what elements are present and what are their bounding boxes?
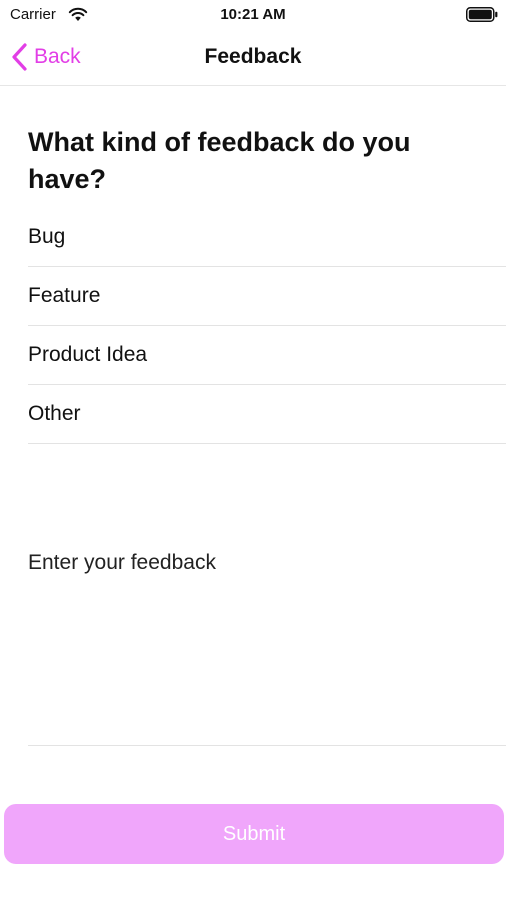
option-feature[interactable]: Feature xyxy=(28,267,506,326)
status-time: 10:21 AM xyxy=(220,6,286,23)
feedback-type-list: Bug Feature Product Idea Other xyxy=(28,208,506,444)
feedback-text-input[interactable] xyxy=(28,548,506,746)
page-title: Feedback xyxy=(204,45,302,68)
status-bar: Carrier 10:21 AM xyxy=(0,0,506,30)
feedback-type-heading: What kind of feedback do you have? xyxy=(28,127,411,194)
option-bug[interactable]: Bug xyxy=(28,208,506,267)
option-product-idea[interactable]: Product Idea xyxy=(28,326,506,385)
navigation-bar: Back Feedback xyxy=(0,30,506,86)
battery-icon xyxy=(466,7,498,22)
option-other[interactable]: Other xyxy=(28,385,506,444)
submit-button[interactable]: Submit xyxy=(4,804,504,864)
